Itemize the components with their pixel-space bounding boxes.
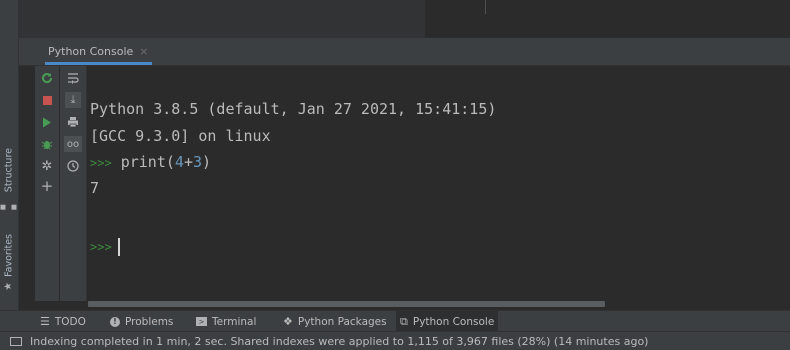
scroll-to-end-button[interactable]: ⤓ [60, 90, 86, 110]
console-line: Python 3.8.5 (default, Jan 27 2021, 15:4… [90, 100, 497, 118]
code-paren: ) [202, 153, 212, 171]
code-number: 3 [192, 153, 202, 171]
status-bar: Indexing completed in 1 min, 2 sec. Shar… [0, 331, 790, 350]
tab-python-console[interactable]: Python Console × [45, 38, 152, 65]
play-icon [43, 117, 51, 127]
console-output-line: 7 [90, 179, 100, 197]
scroll-to-end-icon: ⤓ [65, 92, 81, 108]
code-operator: + [183, 153, 193, 171]
gear-icon: ✲ [41, 158, 53, 174]
favorites-tool-button[interactable]: ★ Favorites [1, 234, 17, 292]
stop-icon [42, 95, 52, 105]
tab-problems[interactable]: ! Problems [106, 311, 177, 332]
tab-label: Python Console [412, 315, 495, 328]
debug-button[interactable] [35, 134, 59, 154]
run-button[interactable] [35, 112, 59, 132]
editor-top-area [0, 0, 790, 38]
structure-tool-button[interactable]: ▪▪ Structure [0, 148, 20, 218]
print-button[interactable] [60, 112, 86, 132]
console-line: [GCC 9.3.0] on linux [90, 127, 271, 145]
soft-wrap-icon [68, 73, 79, 84]
code-print: print( [120, 153, 175, 171]
print-icon [68, 117, 78, 128]
star-icon: ★ [3, 280, 15, 292]
tab-label: Python Console [48, 45, 134, 58]
console-toolbar-primary: ✲ + [35, 66, 59, 301]
scrollbar-thumb[interactable] [88, 301, 605, 307]
stop-button[interactable] [35, 90, 59, 110]
console-output[interactable]: Python 3.8.5 (default, Jan 27 2021, 15:4… [88, 66, 790, 301]
tab-python-console-bottom[interactable]: ⧉ Python Console [396, 311, 499, 332]
structure-label: Structure [3, 148, 15, 193]
tab-todo[interactable]: ☰ TODO [36, 311, 90, 332]
terminal-icon: > [196, 317, 207, 326]
glasses-icon: oo [64, 136, 82, 152]
editor-divider [485, 0, 486, 14]
bug-icon [41, 141, 53, 150]
status-text: Indexing completed in 1 min, 2 sec. Shar… [30, 334, 649, 348]
tool-window-bar: ☰ TODO ! Problems > Terminal ❖ Python Pa… [0, 310, 790, 332]
text-cursor [117, 237, 120, 256]
window-icon[interactable] [10, 336, 22, 346]
clock-icon [67, 160, 79, 172]
prompt: >>> [90, 156, 112, 170]
structure-icon: ▪▪ [0, 201, 20, 213]
settings-button[interactable]: ✲ [35, 156, 59, 176]
favorites-label: Favorites [3, 234, 15, 277]
history-button[interactable] [60, 156, 86, 176]
tab-label: Problems [125, 315, 174, 328]
console-active-line[interactable]: >>> [90, 237, 120, 256]
prompt: >>> [90, 240, 112, 254]
code-number: 4 [174, 153, 184, 171]
tab-label: TODO [54, 315, 86, 328]
editor-area [425, 0, 790, 38]
active-tab-indicator [45, 62, 152, 65]
plus-icon: + [40, 177, 54, 195]
left-tool-strip: ▪▪ Structure ★ Favorites [0, 38, 20, 329]
close-icon[interactable]: × [139, 45, 148, 58]
packages-icon: ❖ [283, 315, 293, 328]
tool-window-header: Python Console × [19, 38, 790, 66]
python-icon: ⧉ [400, 314, 408, 328]
tab-terminal[interactable]: > Terminal [192, 311, 260, 332]
tab-label: Python Packages [297, 315, 387, 328]
console-toolbar-secondary: ⤓ oo [60, 66, 87, 301]
tab-label: Terminal [212, 315, 257, 328]
list-icon: ☰ [40, 315, 50, 328]
new-console-button[interactable]: + [35, 176, 59, 196]
soft-wrap-button[interactable] [60, 68, 86, 88]
console-input-line: >>> print(4+3) [90, 153, 211, 171]
rerun-button[interactable] [35, 68, 59, 88]
horizontal-scrollbar[interactable] [88, 301, 790, 309]
tab-python-packages[interactable]: ❖ Python Packages [279, 311, 391, 332]
show-variables-button[interactable]: oo [60, 134, 86, 154]
rerun-icon [42, 73, 53, 84]
problems-icon: ! [110, 316, 120, 327]
